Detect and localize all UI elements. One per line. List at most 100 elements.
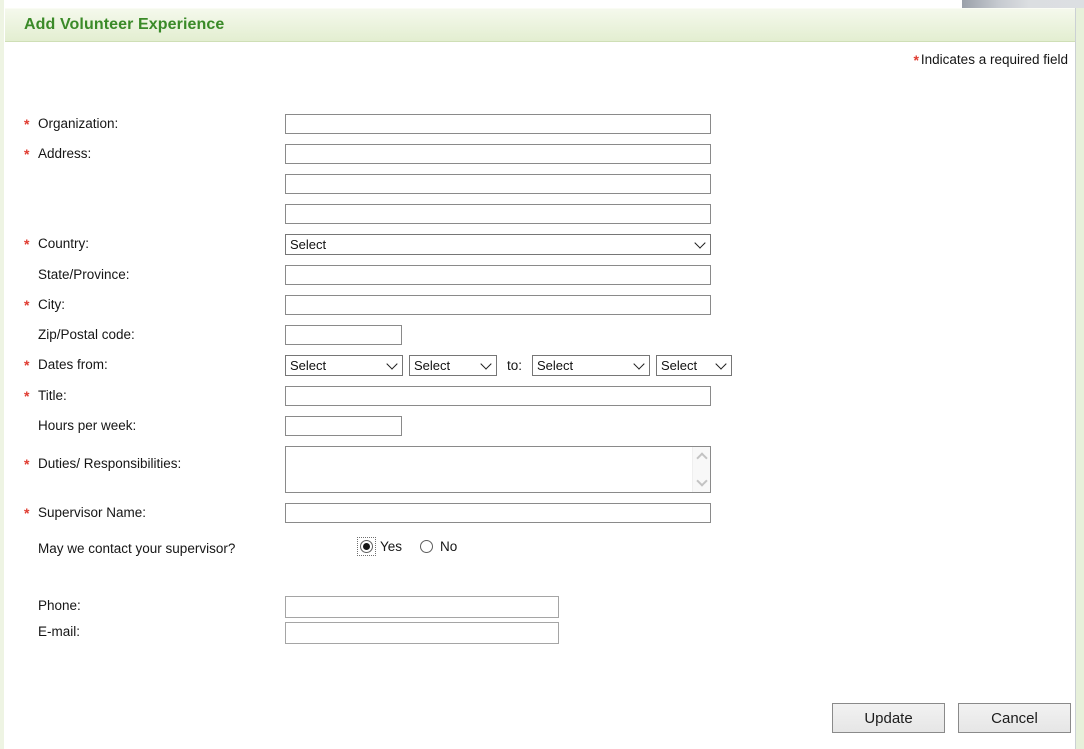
contact-supervisor-label-cell: * May we contact your supervisor? [24, 539, 285, 556]
country-label: Country: [38, 236, 90, 251]
required-asterisk: * [913, 52, 919, 68]
supervisor-label-cell: * Supervisor Name: [24, 503, 285, 520]
zip-input[interactable] [285, 325, 402, 345]
row-title: * Title: [24, 386, 1064, 406]
dates-label-cell: * Dates from: [24, 355, 285, 372]
email-label: E-mail: [38, 624, 81, 639]
row-city: * City: [24, 295, 1064, 315]
hours-input[interactable] [285, 416, 402, 436]
dates-to-label: to: [507, 358, 523, 373]
phone-label-cell: * Phone: [24, 596, 285, 613]
required-note-text: Indicates a required field [920, 52, 1068, 67]
required-asterisk: * [24, 235, 30, 252]
chevron-down-icon [386, 357, 398, 370]
city-label-cell: * City: [24, 295, 285, 312]
row-supervisor: * Supervisor Name: [24, 503, 1064, 523]
row-address-3: * [24, 204, 1064, 224]
row-state: * State/Province: [24, 265, 1064, 285]
phone-input[interactable] [285, 596, 559, 618]
top-right-gray-shadow [962, 0, 1084, 8]
required-asterisk: * [24, 115, 30, 132]
volunteer-experience-form: * Organization: * Address: * * * [24, 114, 1064, 648]
update-button[interactable]: Update [832, 703, 945, 733]
email-label-cell: * E-mail: [24, 622, 285, 639]
row-address-2: * [24, 174, 1064, 194]
radio-yes-label[interactable]: Yes [380, 539, 402, 554]
required-field-note: * Indicates a required field [913, 52, 1068, 68]
date-from-year-select[interactable]: Select [409, 355, 497, 376]
cancel-button[interactable]: Cancel [958, 703, 1071, 733]
radio-selected-dot [363, 543, 370, 550]
organization-input[interactable] [285, 114, 711, 134]
required-asterisk: * [24, 387, 30, 404]
page-header: Add Volunteer Experience [5, 8, 1075, 42]
city-label: City: [38, 297, 65, 312]
row-duties: * Duties/ Responsibilities: [24, 446, 1064, 493]
state-label: State/Province: [38, 267, 130, 282]
supervisor-label: Supervisor Name: [38, 505, 147, 520]
title-label-cell: * Title: [24, 386, 285, 403]
scroll-down-icon[interactable] [695, 475, 708, 487]
country-select[interactable]: Select [285, 234, 711, 255]
duties-label-cell: * Duties/ Responsibilities: [24, 446, 285, 471]
country-selected-value: Select [290, 237, 327, 252]
state-label-cell: * State/Province: [24, 265, 285, 282]
country-label-cell: * Country: [24, 234, 285, 251]
organization-label-cell: * Organization: [24, 114, 285, 131]
address-label: Address: [38, 146, 92, 161]
radio-no[interactable] [420, 540, 434, 553]
radio-yes[interactable] [357, 537, 376, 556]
duties-label: Duties/ Responsibilities: [38, 456, 182, 471]
title-input[interactable] [285, 386, 711, 406]
title-label: Title: [38, 388, 67, 403]
email-input[interactable] [285, 622, 559, 644]
textarea-scrollbar[interactable] [692, 447, 710, 492]
phone-label: Phone: [38, 598, 81, 613]
address-line3-input[interactable] [285, 204, 711, 224]
add-volunteer-experience-page: Add Volunteer Experience * Indicates a re… [0, 0, 1084, 749]
row-contact-supervisor: * May we contact your supervisor? Yes No [24, 537, 1064, 556]
address-line1-input[interactable] [285, 144, 711, 164]
row-hours: * Hours per week: [24, 416, 1064, 436]
city-input[interactable] [285, 295, 711, 315]
required-asterisk: * [24, 504, 30, 521]
page-title: Add Volunteer Experience [24, 15, 225, 33]
organization-label: Organization: [38, 116, 119, 131]
required-asterisk: * [24, 296, 30, 313]
address-line2-input[interactable] [285, 174, 711, 194]
row-zip: * Zip/Postal code: [24, 325, 1064, 345]
row-country: * Country: Select [24, 234, 1064, 255]
chevron-down-icon [694, 236, 706, 249]
scroll-up-icon[interactable] [695, 452, 708, 464]
zip-label: Zip/Postal code: [38, 327, 135, 342]
row-phone: * Phone: [24, 596, 1064, 618]
top-edge-strip [0, 0, 1084, 8]
hours-label: Hours per week: [38, 418, 137, 433]
duties-textarea[interactable] [285, 446, 711, 493]
hours-label-cell: * Hours per week: [24, 416, 285, 433]
state-input[interactable] [285, 265, 711, 285]
date-from-month-select[interactable]: Select [285, 355, 403, 376]
left-edge-strip [0, 0, 4, 749]
form-actions: Update Cancel [832, 703, 1071, 733]
contact-supervisor-radio-group: Yes No [357, 537, 457, 556]
row-address-1: * Address: [24, 144, 1064, 164]
date-to-month-select[interactable]: Select [532, 355, 651, 376]
right-edge-strip [1075, 8, 1084, 749]
required-asterisk: * [24, 356, 30, 373]
radio-no-label[interactable]: No [440, 539, 457, 554]
required-asterisk: * [24, 145, 30, 162]
chevron-down-icon [715, 357, 727, 370]
supervisor-name-input[interactable] [285, 503, 711, 523]
row-dates: * Dates from: Select Select to: Select S… [24, 355, 1064, 376]
required-asterisk: * [24, 455, 30, 472]
zip-label-cell: * Zip/Postal code: [24, 325, 285, 342]
date-to-year-select[interactable]: Select [656, 355, 733, 376]
chevron-down-icon [633, 357, 645, 370]
row-email: * E-mail: [24, 622, 1064, 644]
dates-from-label: Dates from: [38, 357, 108, 372]
chevron-down-icon [480, 357, 492, 370]
contact-supervisor-label: May we contact your supervisor? [38, 541, 236, 556]
address-label-cell: * Address: [24, 144, 285, 161]
row-organization: * Organization: [24, 114, 1064, 134]
